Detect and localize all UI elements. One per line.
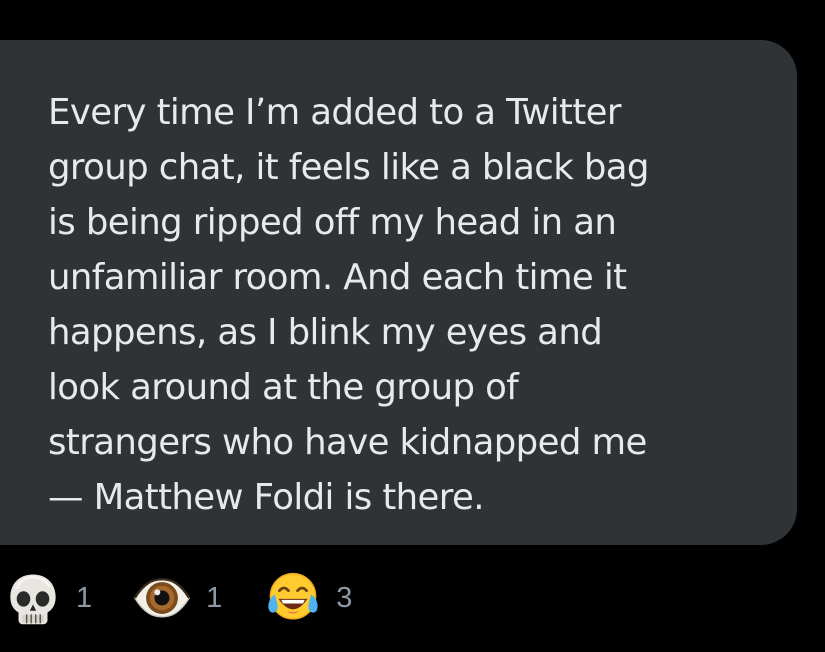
message-bubble[interactable]: Every time I’m added to a Twitter group …	[0, 40, 797, 545]
reaction-count: 3	[336, 581, 353, 614]
message-line: group chat, it feels like a black bag	[48, 147, 649, 188]
message-line: is being ripped off my head in an	[48, 202, 617, 243]
message-line: happens, as I blink my eyes and	[48, 312, 603, 353]
reaction-eye[interactable]: 1	[132, 566, 222, 630]
eye-emoji-icon	[133, 578, 191, 618]
message-line: Every time I’m added to a Twitter	[48, 92, 622, 133]
reaction-skull[interactable]: 1	[4, 566, 92, 630]
reaction-count: 1	[76, 581, 93, 614]
message-line: unfamiliar room. And each time it	[48, 257, 627, 298]
reactions-bar: 1 1 3	[0, 566, 352, 630]
message-line: strangers who have kidnapped me	[48, 422, 647, 463]
face-with-tears-of-joy-emoji-icon	[268, 572, 318, 620]
message-line: look around at the group of	[48, 367, 519, 408]
reaction-count: 1	[206, 581, 223, 614]
message-text: Every time I’m added to a Twitter group …	[48, 85, 757, 525]
message-line: — Matthew Foldi is there.	[48, 477, 485, 518]
reaction-joy[interactable]: 3	[264, 566, 352, 630]
skull-emoji-icon	[10, 574, 56, 625]
